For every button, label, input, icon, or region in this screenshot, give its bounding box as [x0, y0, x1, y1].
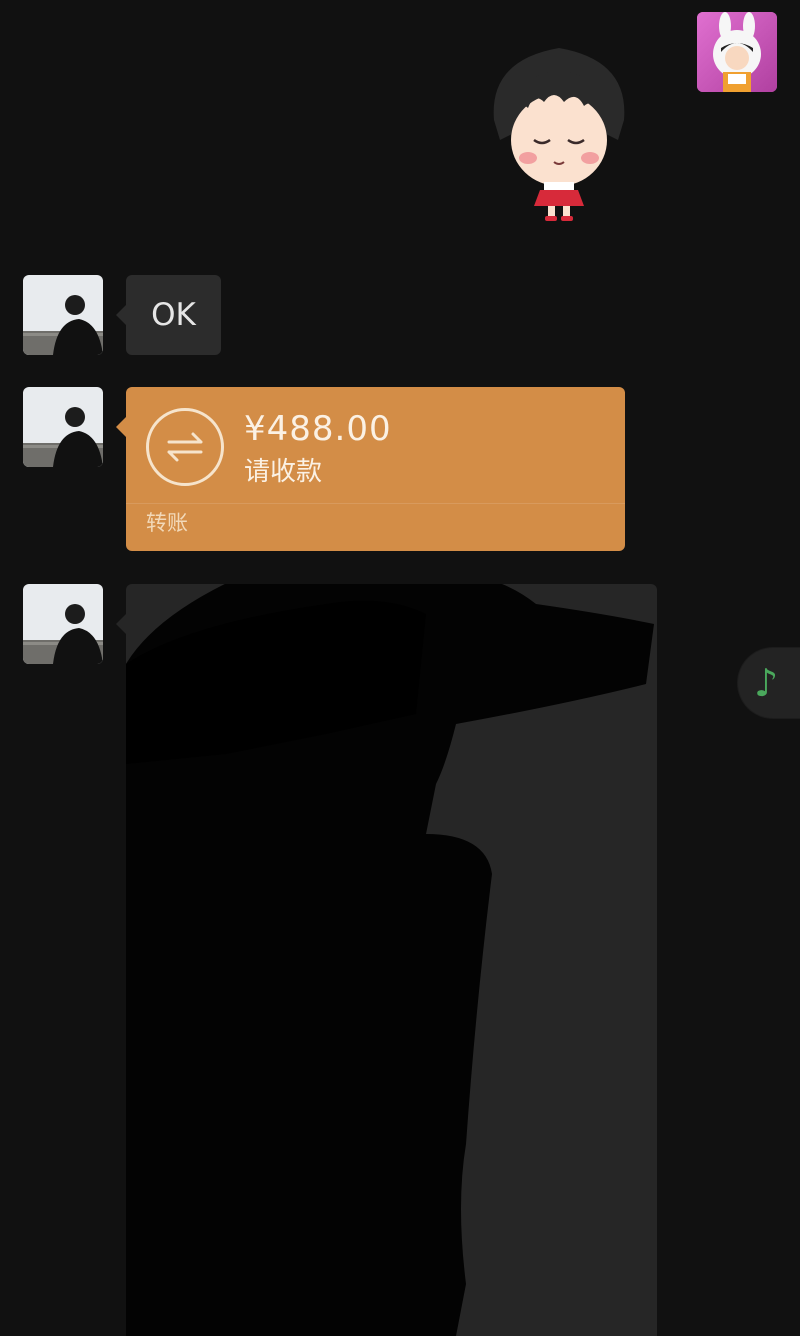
contact-avatar[interactable]	[23, 387, 103, 467]
transfer-arrows-icon	[146, 408, 224, 486]
bubble-tail	[116, 305, 126, 325]
message-text: OK	[151, 297, 196, 333]
contact-avatar[interactable]	[23, 584, 103, 664]
contact-avatar[interactable]	[23, 275, 103, 355]
transfer-status: 请收款	[244, 457, 323, 487]
transfer-amount: ¥488.00	[244, 409, 392, 449]
card-divider	[126, 503, 625, 504]
text-message-bubble[interactable]: OK	[126, 275, 221, 355]
bubble-tail	[116, 417, 126, 437]
self-avatar[interactable]	[697, 12, 777, 92]
floating-music-button[interactable]: ♪	[738, 648, 800, 718]
obstruction-shadow	[126, 584, 654, 1336]
image-message[interactable]: 出 所 的 的 易	[126, 584, 657, 1336]
bubble-tail	[116, 614, 126, 634]
transfer-message-card[interactable]: ¥488.00 请收款 转账	[126, 387, 625, 551]
music-note-icon: ♪	[754, 661, 779, 705]
chat-screen: OK ¥488.00 请收款 转账 ♪	[0, 0, 800, 1336]
sticker-image[interactable]	[484, 40, 634, 222]
transfer-label: 转账	[146, 511, 188, 535]
